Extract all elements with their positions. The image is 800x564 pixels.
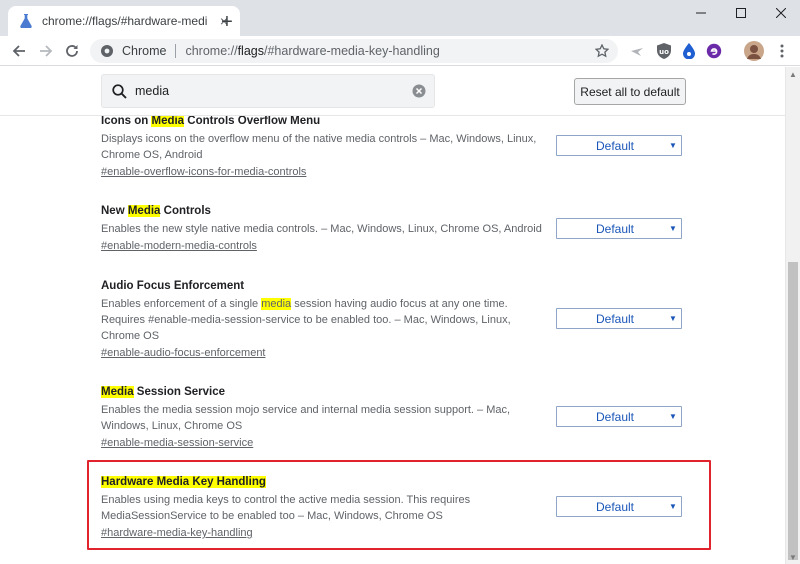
flag-description: Enables the new style native media contr… [101,223,542,235]
flag-description: Enables enforcement of a single media se… [101,298,511,342]
flag-title: Hardware Media Key Handling [101,476,266,488]
page-scrollbar[interactable]: ▲ ▼ [785,67,800,564]
flag-permalink[interactable]: #enable-media-session-service [101,435,253,451]
search-icon [111,83,127,99]
reset-all-button[interactable]: Reset all to default [574,78,686,105]
drop-icon[interactable] [681,43,697,59]
flag-state-select[interactable]: Default ▼ [556,135,682,156]
new-tab-button[interactable]: + [216,11,238,33]
back-icon[interactable] [7,39,31,63]
flag-permalink[interactable]: #enable-audio-focus-enforcement [101,345,266,361]
chevron-down-icon: ▼ [669,141,677,150]
chevron-down-icon: ▼ [669,502,677,511]
address-bar[interactable]: Chrome chrome://flags/#hardware-media-ke… [90,39,618,63]
url-text: chrome://flags/#hardware-media-key-handl… [185,44,440,58]
svg-text:uo: uo [659,48,669,56]
browser-toolbar: Chrome chrome://flags/#hardware-media-ke… [0,36,800,66]
cursor-arrow-icon[interactable] [629,43,645,59]
chevron-down-icon: ▼ [669,314,677,323]
flag-description: Enables the media session mojo service a… [101,404,511,432]
flag-item-media-session-service: Media Session Service Enables the media … [101,384,691,451]
select-value: Default [595,499,635,514]
flag-item-audio-focus: Audio Focus Enforcement Enables enforcem… [101,278,691,361]
scrollbar-thumb[interactable] [788,262,798,560]
flags-search-header: Reset all to default [0,67,785,116]
flag-permalink[interactable]: #enable-overflow-icons-for-media-control… [101,164,306,180]
tab-title: chrome://flags/#hardware-medi [42,14,208,28]
tab-strip: chrome://flags/#hardware-medi × + [0,0,800,36]
select-value: Default [595,311,635,326]
flag-title: New Media Controls [101,205,211,217]
select-value: Default [595,138,635,153]
chevron-down-icon: ▼ [669,224,677,233]
flag-title: Audio Focus Enforcement [101,280,245,292]
flag-title: Media Session Service [101,386,226,398]
menu-icon[interactable] [774,43,790,59]
search-input[interactable] [135,81,412,101]
chrome-page-icon [100,44,114,58]
flag-item-modern-media-controls: New Media Controls Enables the new style… [101,203,691,254]
site-chip-label: Chrome [122,44,167,58]
scroll-up-icon[interactable]: ▲ [786,67,800,81]
chevron-down-icon: ▼ [669,412,677,421]
flag-description: Displays icons on the overflow menu of t… [101,133,537,161]
select-value: Default [595,221,635,236]
maximize-icon[interactable] [722,0,760,26]
tab-flags[interactable]: chrome://flags/#hardware-medi × [8,6,240,36]
flag-state-select[interactable]: Default ▼ [556,406,682,427]
profile-avatar[interactable] [744,41,764,61]
flags-search-box [101,74,435,108]
forward-icon[interactable] [34,39,58,63]
reload-icon[interactable] [60,39,84,63]
clear-search-icon[interactable] [412,84,426,98]
minimize-icon[interactable] [682,0,720,26]
close-window-icon[interactable] [762,0,800,26]
e-ring-icon[interactable] [706,43,722,59]
flags-page: Reset all to default Icons on Media Cont… [0,67,785,564]
scroll-down-icon[interactable]: ▼ [786,550,800,564]
flag-state-select[interactable]: Default ▼ [556,218,682,239]
bookmark-star-icon[interactable] [594,43,610,59]
flask-icon [18,13,34,29]
select-value: Default [595,409,635,424]
flag-permalink[interactable]: #hardware-media-key-handling [101,525,253,541]
flag-state-select[interactable]: Default ▼ [556,496,682,517]
flag-permalink[interactable]: #enable-modern-media-controls [101,238,257,254]
omnibox-divider [175,44,177,58]
flag-description: Enables using media keys to control the … [101,494,471,522]
ublock-icon[interactable]: uo [656,43,672,59]
flag-item-overflow-icons: Icons on Media Controls Overflow Menu Di… [101,113,691,180]
flag-state-select[interactable]: Default ▼ [556,308,682,329]
flag-item-hardware-media-key-handling: Hardware Media Key Handling Enables usin… [101,474,691,541]
